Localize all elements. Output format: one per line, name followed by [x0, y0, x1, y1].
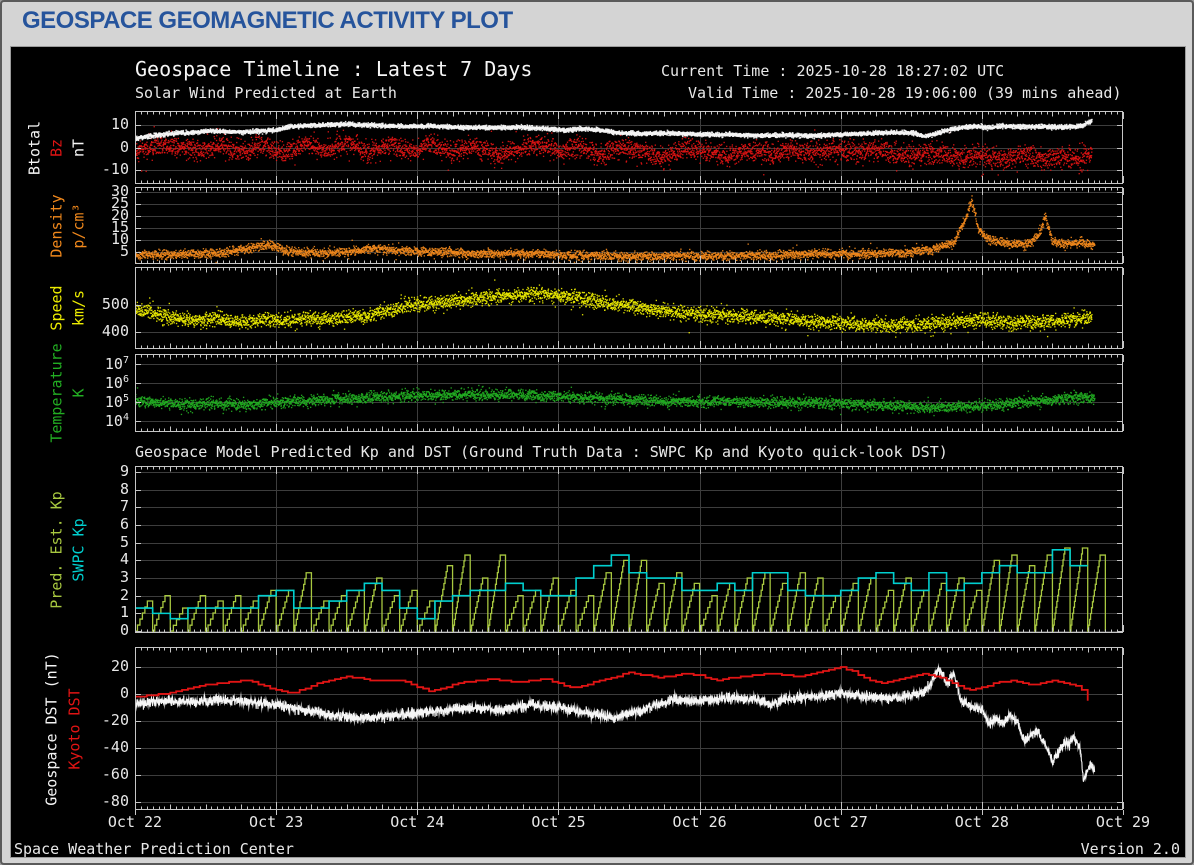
valid-time-text: Valid Time : 2025-10-28 19:06:00 (39 min…	[688, 84, 1122, 102]
solar-wind-magnetic-field-axis-label: Bz	[47, 138, 66, 157]
y-tick-label: 10	[110, 114, 129, 133]
dst-index-axis-label: Kyoto DST	[65, 687, 84, 770]
y-tick-label: 104	[104, 411, 129, 430]
solar-wind-magnetic-field-axis-label: nT	[69, 138, 88, 157]
x-tick-label: Oct 29	[1095, 813, 1151, 831]
y-tick-label: 8	[119, 479, 129, 498]
solar-wind-temperature-axis-label: K	[69, 388, 88, 398]
current-time-text: Current Time : 2025-10-28 18:27:02 UTC	[661, 62, 1005, 80]
y-tick-label: 9	[119, 462, 129, 480]
y-tick-label: 0	[119, 683, 129, 702]
kp-index-axis-label: Pred. Est. Kp	[47, 490, 66, 609]
y-tick-label: 2	[119, 585, 129, 604]
kp-dst-section-title: Geospace Model Predicted Kp and DST (Gro…	[135, 443, 948, 461]
footer-left: Space Weather Prediction Center	[14, 840, 294, 858]
x-tick-label: Oct 25	[531, 813, 586, 831]
x-tick-label: Oct 26	[672, 813, 727, 831]
footer-right: Version 2.0	[1080, 840, 1180, 858]
y-tick-label: 0	[119, 621, 129, 640]
y-tick-label: 20	[110, 656, 129, 675]
y-tick-label: 1	[119, 603, 129, 622]
y-tick-label: -40	[101, 737, 129, 756]
page: GEOSPACE GEOMAGNETIC ACTIVITY PLOT Geosp…	[0, 0, 1194, 865]
x-tick-label: Oct 23	[249, 813, 304, 831]
solar-wind-density-axis-label: p/cm³	[69, 202, 88, 249]
x-tick-label: Oct 22	[107, 813, 163, 831]
solar-wind-density-axis-label: Density	[47, 193, 66, 258]
solar-wind-temperature-axis-label: Temperature	[47, 343, 66, 443]
y-tick-label: -20	[101, 710, 129, 729]
x-tick-label: Oct 27	[813, 813, 868, 831]
y-tick-label: -80	[101, 791, 129, 810]
y-tick-label: -10	[101, 160, 129, 179]
y-tick-label: 400	[101, 322, 129, 340]
x-tick-label: Oct 24	[390, 813, 445, 831]
y-tick-label: 7	[119, 497, 129, 516]
y-tick-label: -60	[101, 764, 129, 783]
solar-wind-magnetic-field-axis-label: Btotal	[25, 120, 44, 175]
x-tick-label: Oct 28	[954, 813, 1009, 831]
plot-title: Geospace Timeline : Latest 7 Days	[135, 57, 533, 81]
kp-index-axis-label: SWPC Kp	[69, 517, 88, 582]
geospace-plot-canvas	[2, 2, 1192, 863]
solar-wind-speed-axis-label: km/s	[69, 289, 88, 327]
solar-wind-subtitle: Solar Wind Predicted at Earth	[135, 84, 397, 102]
y-tick-label: 107	[104, 355, 129, 374]
dst-index-axis-label: Geospace DST (nT)	[42, 651, 61, 806]
solar-wind-speed-axis-label: Speed	[47, 285, 66, 331]
